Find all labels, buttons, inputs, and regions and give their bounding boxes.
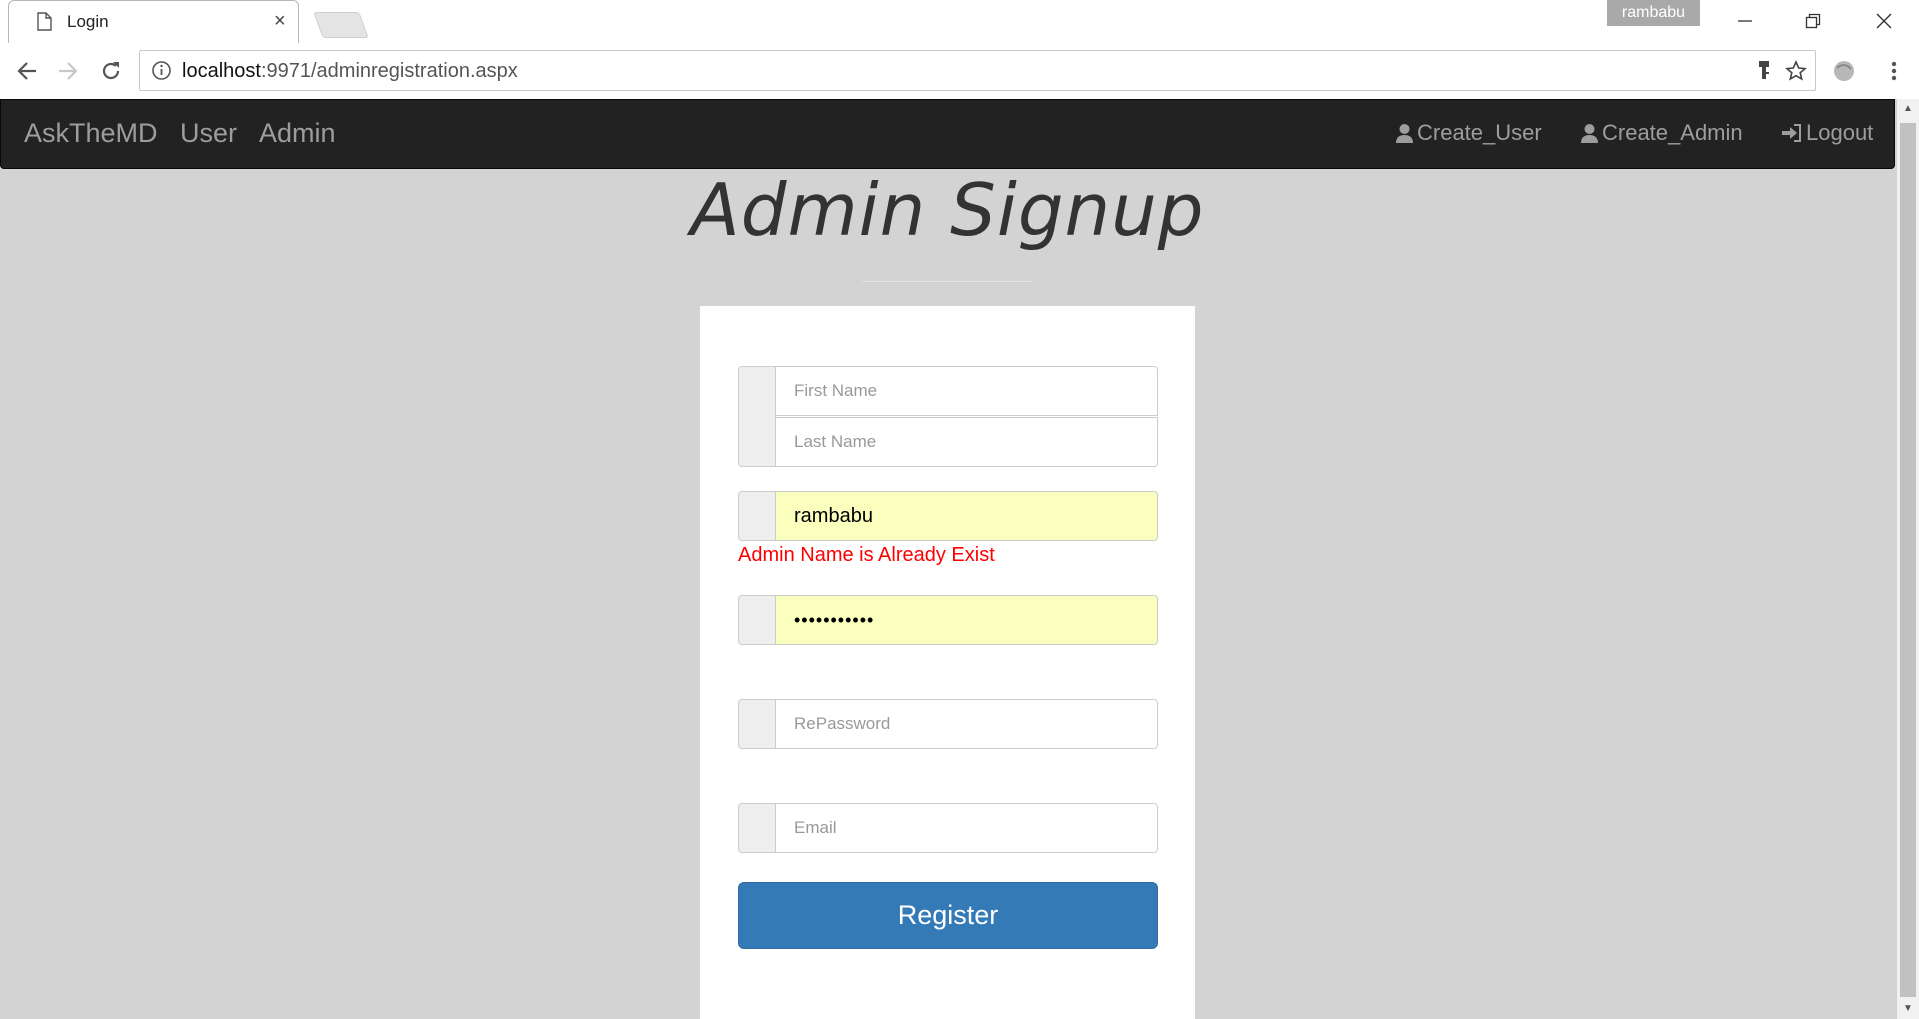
- title-divider: [862, 281, 1033, 282]
- url-host: localhost: [182, 60, 261, 82]
- app-navbar: AskTheMD User Admin Create_User Create_A…: [0, 99, 1895, 169]
- scroll-down-icon[interactable]: ▼: [1897, 999, 1919, 1019]
- new-tab-button[interactable]: [313, 12, 369, 38]
- scroll-thumb[interactable]: [1900, 123, 1916, 997]
- repassword-addon: [738, 699, 776, 749]
- name-field-group: First Name Last Name: [738, 366, 1158, 467]
- page-title: Admin Signup: [690, 168, 1205, 252]
- bookmark-star-icon[interactable]: [1785, 60, 1807, 87]
- page-icon: [37, 12, 52, 36]
- forward-icon[interactable]: [52, 55, 84, 87]
- tab-close-icon[interactable]: ×: [274, 10, 286, 33]
- url-text: localhost:9971/adminregistration.aspx: [182, 60, 518, 83]
- email-addon: [738, 803, 776, 853]
- browser-toolbar: localhost:9971/adminregistration.aspx: [0, 43, 1919, 100]
- password-field-group: •••••••••••: [738, 595, 1158, 645]
- user-icon: [1581, 124, 1598, 143]
- password-addon: [738, 595, 776, 645]
- register-button[interactable]: Register: [738, 882, 1158, 949]
- minimize-icon[interactable]: [1710, 0, 1780, 42]
- password-input[interactable]: •••••••••••: [775, 595, 1158, 645]
- brand-link[interactable]: AskTheMD: [24, 118, 158, 149]
- browser-tabstrip: Login × rambabu: [0, 0, 1919, 43]
- nav-link-admin[interactable]: Admin: [259, 118, 336, 149]
- last-name-input[interactable]: Last Name: [775, 417, 1158, 467]
- repassword-input[interactable]: RePassword: [775, 699, 1158, 749]
- nav-link-user[interactable]: User: [180, 118, 237, 149]
- admin-name-addon: [738, 491, 776, 541]
- scroll-up-icon[interactable]: ▲: [1897, 99, 1919, 119]
- email-input[interactable]: Email: [775, 803, 1158, 853]
- tab-title: Login: [67, 12, 109, 31]
- logout-label: Logout: [1806, 120, 1874, 145]
- create-admin-label: Create_Admin: [1602, 120, 1743, 145]
- url-path: :9971/adminregistration.aspx: [260, 60, 518, 82]
- page-scrollbar[interactable]: ▲ ▼: [1897, 99, 1919, 1019]
- admin-name-input[interactable]: rambabu: [775, 491, 1158, 541]
- extension-icon[interactable]: [1828, 55, 1860, 87]
- reload-icon[interactable]: [95, 55, 127, 87]
- info-icon[interactable]: [151, 60, 172, 86]
- menu-kebab-icon[interactable]: [1878, 55, 1910, 87]
- create-user-label: Create_User: [1417, 120, 1542, 145]
- logout-icon: [1782, 124, 1801, 142]
- admin-name-error: Admin Name is Already Exist: [738, 544, 995, 566]
- back-icon[interactable]: [11, 55, 43, 87]
- user-icon: [1396, 124, 1413, 143]
- nav-link-logout[interactable]: Logout: [1781, 120, 1873, 146]
- admin-name-field-group: rambabu: [738, 491, 1158, 541]
- first-name-input[interactable]: First Name: [775, 366, 1158, 416]
- nav-link-create-admin[interactable]: Create_Admin: [1580, 120, 1743, 146]
- address-bar[interactable]: localhost:9971/adminregistration.aspx: [139, 50, 1816, 91]
- name-addon: [738, 366, 776, 467]
- profile-badge[interactable]: rambabu: [1607, 0, 1700, 26]
- repassword-field-group: RePassword: [738, 699, 1158, 749]
- signup-form-card: First Name Last Name rambabu Admin Name …: [700, 306, 1195, 1019]
- email-field-group: Email: [738, 803, 1158, 853]
- restore-icon[interactable]: [1778, 0, 1848, 42]
- close-window-icon[interactable]: [1849, 0, 1919, 42]
- browser-tab[interactable]: Login ×: [8, 0, 299, 43]
- key-icon[interactable]: [1756, 60, 1772, 87]
- nav-link-create-user[interactable]: Create_User: [1395, 120, 1542, 146]
